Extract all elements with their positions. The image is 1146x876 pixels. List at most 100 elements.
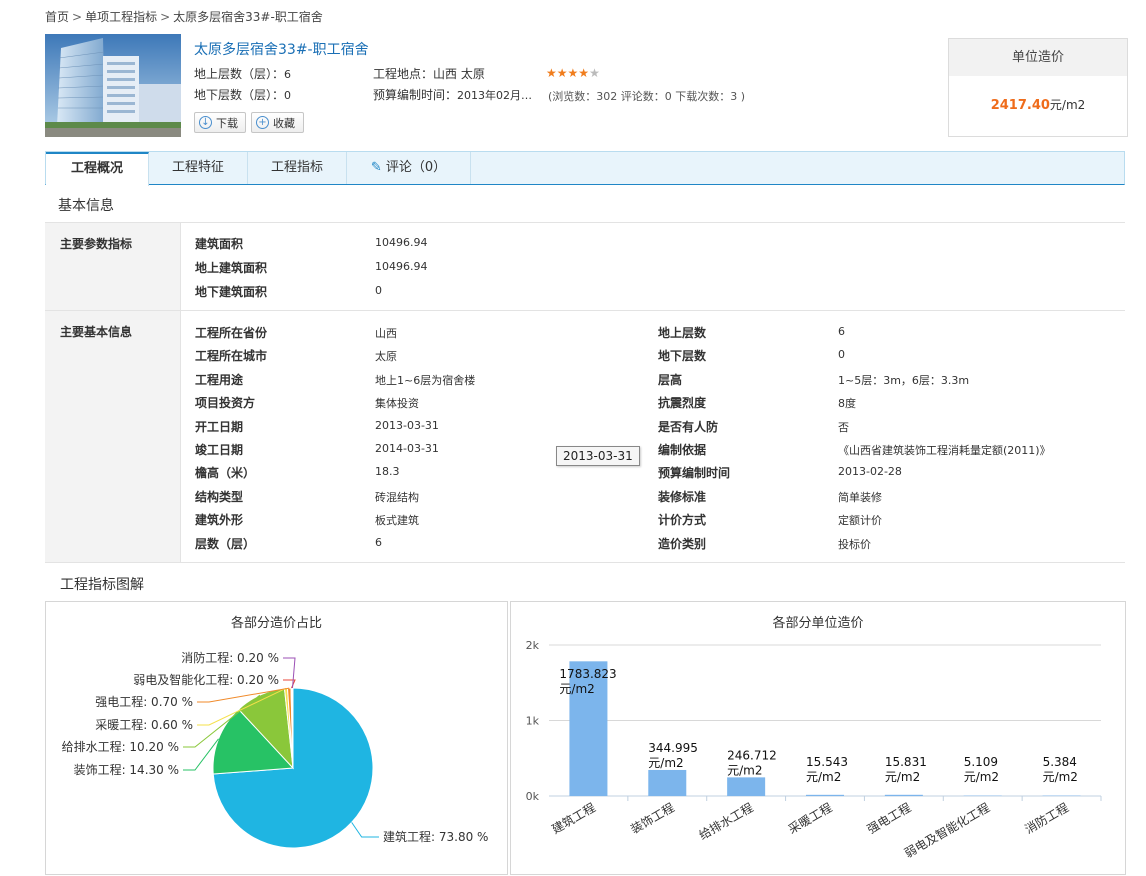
tab-indicators[interactable]: 工程指标 [248,152,347,184]
info-row-key: 预算编制时间 [658,466,731,481]
info-row-key: 造价类别 [658,536,707,551]
bar-ytick-label: 0k [526,790,540,803]
breadcrumb-home-link[interactable]: 首页 [45,10,69,24]
unit-price-value: 2417.40元/m2 [949,76,1127,113]
project-stats: (浏览数：302 评论数：0 下载次数：3 ) [548,90,746,103]
info-row-key: 檐高（米） [195,466,256,481]
unit-price-title: 单位造价 [949,39,1127,76]
breadcrumb-separator: > [72,10,83,24]
info-row-value: 否 [838,420,849,434]
pencil-icon: ✎ [370,160,382,175]
below-floors-label: 地下层数（层）： [194,88,285,102]
rating-stars: ★★★★★ [546,66,600,80]
download-button[interactable]: ↓ 下载 [194,112,246,133]
above-floors: 地上层数（层）：6 [194,65,291,82]
info-row-key: 项目投资方 [195,396,256,411]
tab-features[interactable]: 工程特征 [149,152,248,184]
bar[interactable] [727,777,766,796]
info-row-value: 8度 [838,397,856,411]
info-row-value: 太原 [375,350,397,364]
info-row-key: 层数（层） [195,536,256,551]
param-row-value: 10496.94 [375,236,428,249]
project-title[interactable]: 太原多层宿舍33#-职工宿舍 [194,39,369,59]
info-row-value: 2013-03-31 [375,418,439,432]
pie-label: 消防工程: 0.20 % [181,650,279,665]
main-params-label: 主要参数指标 [60,237,133,251]
tab-overview[interactable]: 工程概况 [46,152,149,186]
pie-label: 强电工程: 0.70 % [95,694,193,709]
bar-category-label: 给排水工程 [696,800,755,843]
below-floors: 地下层数（层）：0 [194,86,291,103]
breadcrumb-separator: > [160,10,171,24]
bar-chart: 0k1k2k1783.823元/m2建筑工程344.995元/m2装饰工程246… [526,639,1102,861]
info-row-key: 地上层数 [658,326,707,340]
bar-category-label: 采暖工程 [785,800,834,837]
bar-value-label: 5.109 [964,755,998,769]
date-tooltip: 2013-03-31 [556,446,640,466]
budget-time: 预算编制时间：2013年02月… [373,86,532,103]
unit-price-box: 单位造价 2417.40元/m2 [948,38,1128,137]
bar-value-label: 344.995 [648,741,698,755]
bar-chart-panel: 各部分单位造价 0k 1k 2k 1783.823 元/m2 建筑工程 344.995 元/m… [510,601,1126,875]
info-row-value: 《山西省建筑装饰工程消耗量定额(2011)》 [838,444,1051,457]
bar-category-label: 装饰工程 [628,800,677,837]
bar-value-label: 15.831 [885,755,927,769]
info-row-key: 层高 [658,372,683,387]
info-row-value: 定额计价 [838,514,882,528]
info-row-value: 投标价 [838,537,871,551]
bar-category-label: 消防工程 [1022,800,1071,837]
location-label: 工程地点： [373,67,434,81]
bar-unit-label: 元/m2 [559,682,594,696]
pie-label: 弱电及智能化工程: 0.20 % [133,672,279,687]
building-image [45,34,181,137]
info-row-key: 计价方式 [658,513,707,528]
main-info-header: 主要基本信息 [45,311,181,562]
info-row-key: 地下层数 [658,349,707,364]
bar-category-label: 弱电及智能化工程 [902,800,993,861]
info-row-value: 18.3 [375,465,400,479]
pie-label: 采暖工程: 0.60 % [95,717,193,732]
info-row-key: 工程所在省份 [195,326,268,340]
info-row-value: 6 [375,535,382,549]
pie-label: 装饰工程: 14.30 % [74,762,179,777]
tab-comments[interactable]: ✎ 评论（0） [347,152,471,184]
collect-button[interactable]: + 收藏 [251,112,304,133]
budget-time-label: 预算编制时间： [373,88,458,102]
bar-category-label: 建筑工程 [549,800,598,837]
bar-value-label: 246.712 [727,748,777,762]
param-row-value: 10496.94 [375,260,428,273]
breadcrumb-index-link[interactable]: 单项工程指标 [85,10,157,24]
bar[interactable] [806,794,844,796]
pie-label: 建筑工程: 73.80 % [383,829,488,844]
bar-unit-label: 元/m2 [1043,770,1078,784]
info-row-value: 6 [838,325,845,338]
main-params-header: 主要参数指标 [45,223,181,310]
info-row-key: 竣工日期 [195,443,244,457]
tab-bar: 工程概况 工程特征 工程指标 ✎ 评论（0） [45,151,1125,186]
pie-chart-panel: 各部分造价占比 建筑工程: 73.80 % 装饰工程: 14.30 % 给排水工程:… [45,601,508,875]
plus-icon: + [256,116,269,129]
star-icon: ★ [589,66,600,80]
star-icon: ★ [546,66,557,80]
bar[interactable] [648,769,687,796]
info-row-value: 0 [838,348,845,362]
param-row-key: 地上建筑面积 [195,261,268,275]
project-location: 工程地点：山西 太原 [373,65,485,82]
info-row-key: 建筑外形 [195,513,244,528]
bar[interactable] [884,794,923,796]
info-row-value: 砖混结构 [375,490,419,504]
star-icon: ★ [567,66,579,80]
info-row-key: 工程所在城市 [195,349,268,364]
bar-ytick-label: 1k [526,715,540,728]
location-value: 山西 太原 [433,67,485,81]
pie-label-connector [283,657,296,689]
project-thumbnail[interactable] [45,34,181,137]
info-row-key: 开工日期 [195,419,244,434]
info-row-key: 抗震烈度 [658,396,707,411]
info-row-key: 装修标准 [658,489,707,504]
bar-value-label: 1783.823 [559,667,616,681]
bar-ytick-label: 2k [526,639,540,652]
main-params-block: 主要参数指标 建筑面积 10496.94 地上建筑面积 10496.94 地下建筑面积 0 [45,222,1125,311]
bar-unit-label: 元/m2 [727,763,762,777]
unit-price-unit: 元/m2 [1049,98,1086,112]
